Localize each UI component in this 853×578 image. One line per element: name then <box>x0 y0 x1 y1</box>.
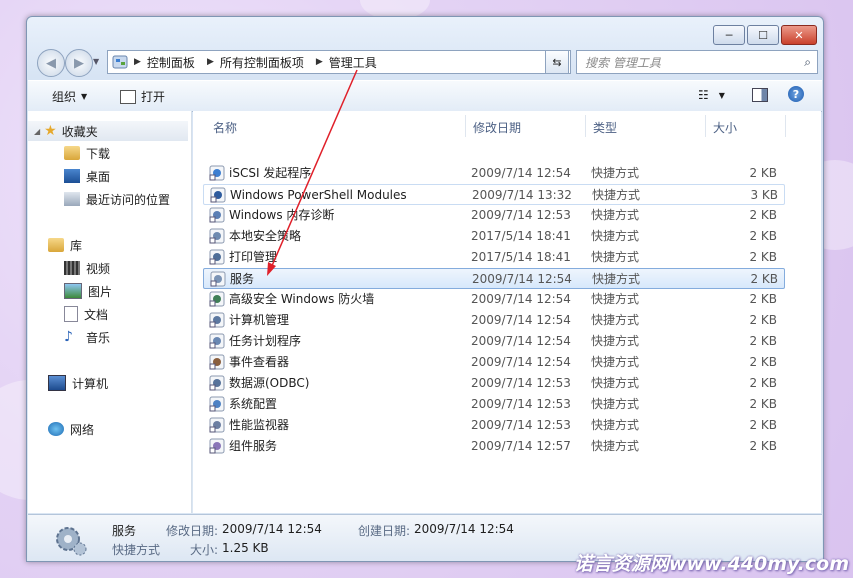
annotation-arrow <box>267 69 358 276</box>
watermark: 诺言资源网www.440my.com <box>573 553 849 575</box>
arrow-line <box>270 69 358 269</box>
arrow-head-icon <box>267 262 276 276</box>
